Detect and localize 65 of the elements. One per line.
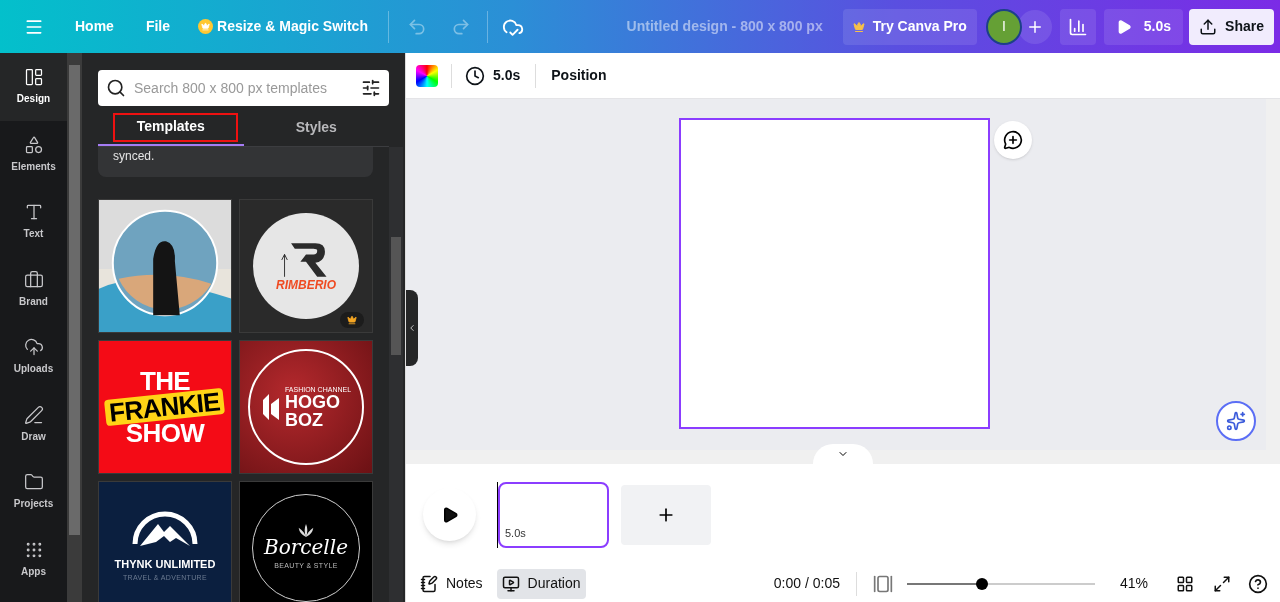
rail-item[interactable]: Design (0, 53, 67, 121)
collapse-handle[interactable] (406, 290, 418, 366)
zoom-slider[interactable] (907, 577, 1095, 590)
duration-label: 5.0s (505, 526, 526, 541)
thumbnail-view-icon[interactable] (873, 573, 893, 594)
chevron-left-icon (407, 323, 417, 333)
template-thumbnail[interactable]: THE FRANKIE SHOW (98, 340, 232, 474)
duration-button[interactable]: 5.0s (465, 65, 521, 86)
grid-view-icon[interactable] (1176, 574, 1194, 593)
search-field[interactable]: Search 800 x 800 px templates (98, 70, 389, 106)
filter-icon[interactable] (361, 78, 381, 98)
scrollbar[interactable] (67, 53, 82, 602)
rail-icon (23, 269, 44, 290)
rail-item[interactable]: Text (0, 188, 67, 256)
crown-icon (198, 19, 214, 34)
analytics-button[interactable] (1059, 8, 1096, 45)
play-button[interactable] (423, 488, 476, 541)
logo-text: BOZ (284, 410, 324, 429)
notes-icon (420, 574, 438, 593)
sparkle-icon (1226, 411, 1246, 431)
rail-item[interactable]: Uploads (0, 323, 67, 391)
rail-item[interactable]: Apps (0, 525, 67, 593)
time-readout: 0:00 / 0:05 (773, 574, 840, 593)
panel-tab[interactable]: Styles (243, 109, 389, 146)
rail-item[interactable]: Brand (0, 255, 67, 323)
logo-text: Borcelle (264, 537, 348, 558)
help-icon[interactable] (1248, 573, 1268, 594)
play-button[interactable]: 5.0s (1103, 8, 1184, 45)
rail-icon (23, 67, 44, 88)
rail-icon (23, 134, 44, 155)
scrollbar[interactable] (1266, 99, 1280, 450)
bar-chart-icon (1067, 16, 1088, 37)
notes-button[interactable]: Notes (418, 568, 485, 599)
rail-item[interactable]: Projects (0, 458, 67, 526)
rail-item[interactable]: Elements (0, 120, 67, 188)
zoom-readout: 41% (1120, 574, 1150, 593)
position-button[interactable]: Position (551, 65, 607, 86)
rail-icon (23, 337, 44, 358)
logo-text: HOGO (284, 392, 340, 411)
logo-text: RIMBERIO (276, 279, 336, 291)
comment-button[interactable] (994, 121, 1032, 159)
clock-icon (465, 65, 485, 86)
crown-icon (347, 315, 357, 325)
page-thumbnail[interactable]: 5.0s (498, 481, 609, 548)
try-pro-button[interactable]: Try Canva Pro (842, 8, 977, 45)
fullscreen-icon[interactable] (1213, 574, 1231, 593)
magic-button[interactable] (1216, 401, 1256, 441)
crown-icon (852, 20, 865, 33)
logo-text: THYNK UNLIMITED (114, 557, 216, 572)
logo-icon (260, 392, 281, 422)
color-swatch[interactable] (416, 64, 438, 87)
slider-thumb[interactable] (976, 577, 989, 590)
design-page[interactable] (679, 118, 990, 429)
rail-item[interactable]: Draw (0, 390, 67, 458)
share-button[interactable]: Share (1189, 8, 1274, 45)
scrollbar[interactable] (389, 147, 403, 602)
duration-button[interactable]: Duration (496, 568, 586, 599)
scrollbar[interactable] (406, 450, 1280, 464)
search-input[interactable]: Search 800 x 800 px templates (134, 77, 353, 99)
rail-icon (23, 404, 44, 425)
search-icon (106, 78, 126, 98)
info-text: synced. (113, 148, 155, 165)
play-screen-icon (501, 574, 520, 593)
comment-icon (1003, 130, 1023, 150)
upload-icon (1199, 17, 1218, 36)
